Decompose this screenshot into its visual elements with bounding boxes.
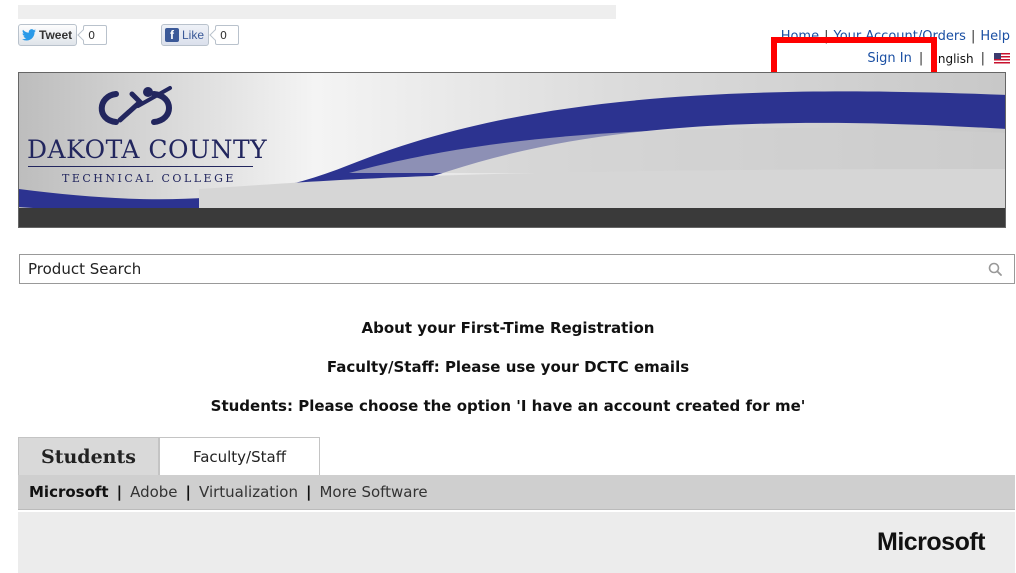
us-flag-icon[interactable] — [994, 53, 1010, 64]
product-search[interactable] — [19, 254, 1015, 284]
top-strip — [18, 5, 616, 19]
tweet-label: Tweet — [39, 28, 73, 42]
like-label: Like — [182, 28, 205, 42]
separator: | — [824, 29, 829, 44]
students-message: Students: Please choose the option 'I ha… — [210, 397, 806, 415]
subnav-item-adobe[interactable]: Adobe — [130, 483, 177, 501]
subnav-item-virtualization[interactable]: Virtualization — [199, 483, 298, 501]
search-input[interactable] — [28, 258, 968, 280]
college-name: DAKOTA COUNTY — [27, 135, 268, 164]
faculty-message: Faculty/Staff: Please use your DCTC emai… — [326, 358, 690, 376]
registration-heading: About your First-Time Registration — [361, 319, 655, 337]
like-count: 0 — [215, 25, 240, 45]
separator: | — [980, 51, 985, 66]
help-link[interactable]: Help — [980, 29, 1010, 44]
language-selector[interactable]: English — [930, 52, 973, 66]
divider — [28, 166, 253, 167]
subnav-item-more-software[interactable]: More Software — [319, 483, 427, 501]
college-subtitle: TECHNICAL COLLEGE — [62, 172, 236, 185]
tab-faculty-staff[interactable]: Faculty/Staff — [159, 437, 320, 475]
separator: | — [306, 483, 312, 501]
user-nav: Sign In | English | — [867, 51, 1010, 66]
college-logo-icon — [98, 86, 172, 125]
separator: | — [185, 483, 192, 501]
panel-title: Microsoft — [877, 528, 986, 556]
home-link[interactable]: Home — [781, 29, 819, 44]
twitter-bird-icon — [22, 29, 36, 41]
tweet-button[interactable]: Tweet — [18, 24, 78, 46]
like-widget[interactable]: f Like 0 — [161, 24, 240, 46]
separator: | — [970, 29, 976, 44]
tweet-count: 0 — [83, 25, 108, 45]
facebook-icon: f — [165, 28, 179, 42]
separator: | — [116, 483, 123, 501]
microsoft-panel: Microsoft — [18, 512, 1015, 573]
like-button[interactable]: f Like — [161, 24, 210, 46]
software-nav: Microsoft | Adobe | Virtualization | Mor… — [18, 475, 1015, 510]
search-icon[interactable] — [988, 262, 1002, 276]
sign-in-link[interactable]: Sign In — [867, 51, 912, 66]
tab-students[interactable]: Students — [18, 437, 159, 475]
account-orders-link[interactable]: Your Account/Orders — [833, 29, 965, 44]
tweet-widget[interactable]: Tweet 0 — [18, 24, 108, 46]
subnav-item-microsoft[interactable]: Microsoft — [29, 483, 109, 501]
separator: | — [918, 51, 924, 66]
top-nav: Home | Your Account/Orders | Help — [781, 29, 1010, 44]
